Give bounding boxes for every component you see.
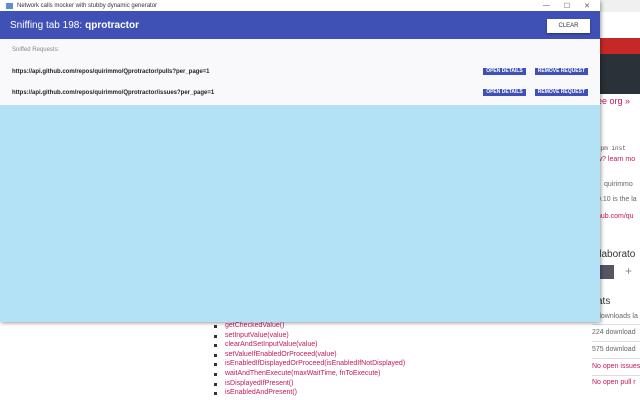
plus-icon[interactable]: + xyxy=(625,264,632,278)
api-item[interactable]: getCheckedValue() xyxy=(212,321,405,331)
api-item[interactable]: waitAndThenExecute(maxWaitTime, fnToExec… xyxy=(212,369,405,379)
clear-button[interactable]: CLEAR xyxy=(547,18,590,33)
window-title: Network calls mocker with stubby dynamic… xyxy=(17,2,158,9)
api-item[interactable]: clearAndSetInputValue(value) xyxy=(212,340,405,350)
downloads-stat: 224 download xyxy=(592,329,636,336)
api-item[interactable]: setInputValue(value) xyxy=(212,331,405,341)
request-row: https://api.github.com/repos/quirimmo/Qp… xyxy=(12,82,588,103)
request-row: https://api.github.com/repos/quirimmo/Qp… xyxy=(12,61,588,82)
empty-area xyxy=(0,105,600,322)
install-cmd: npm inst xyxy=(597,145,626,152)
org-link[interactable]: ee org » xyxy=(597,97,630,106)
api-item[interactable]: isDisplayedIfPresent() xyxy=(212,379,405,389)
header-prefix: Sniffing tab 198: xyxy=(10,20,83,31)
divider xyxy=(592,358,640,359)
header: Sniffing tab 198: qprotractor CLEAR xyxy=(0,12,600,39)
divider xyxy=(592,341,640,342)
app-icon xyxy=(6,2,13,9)
request-url: https://api.github.com/repos/quirimmo/Qp… xyxy=(12,68,210,75)
extension-window: Network calls mocker with stubby dynamic… xyxy=(0,0,600,322)
request-url: https://api.github.com/repos/quirimmo/Qp… xyxy=(12,89,215,96)
remove-request-button[interactable]: REMOVE REQUEST xyxy=(534,68,588,75)
api-item[interactable]: isEnabledAndPresent() xyxy=(212,388,405,398)
author[interactable]: quirimmo xyxy=(604,181,633,189)
title-bar[interactable]: Network calls mocker with stubby dynamic… xyxy=(0,0,600,12)
remove-request-button[interactable]: REMOVE REQUEST xyxy=(534,89,588,96)
maximize-button[interactable]: ☐ xyxy=(564,2,570,10)
sniffed-requests-label: Sniffed Requests: xyxy=(12,47,60,53)
pull-requests-link[interactable]: No open pull r xyxy=(592,379,636,387)
minimize-button[interactable]: — xyxy=(543,2,550,10)
downloads-stat: downloads la xyxy=(597,313,638,320)
divider xyxy=(592,324,640,325)
learn-more-link[interactable]: w? learn mo xyxy=(597,156,635,164)
downloads-stat: 575 download xyxy=(592,346,636,353)
requests-panel: Sniffed Requests: https://api.github.com… xyxy=(0,39,600,105)
collaborator-avatar[interactable] xyxy=(600,265,614,279)
collaborators-heading: llaborato xyxy=(597,249,636,260)
api-list: getCheckedValue() setInputValue(value) c… xyxy=(212,321,405,398)
api-item[interactable]: isEnabledIfDisplayedOrProceed(isEnabledI… xyxy=(212,359,405,369)
tab-name: qprotractor xyxy=(85,20,140,31)
background-navbar xyxy=(600,38,640,54)
version: 0.10 is the la xyxy=(597,196,637,203)
divider xyxy=(592,375,640,376)
close-button[interactable]: ✕ xyxy=(584,2,590,10)
background-tabstrip xyxy=(600,0,640,12)
open-details-button[interactable]: OPEN DETAILS xyxy=(483,68,526,75)
open-details-button[interactable]: OPEN DETAILS xyxy=(483,89,526,96)
repo-link[interactable]: hub.com/qu xyxy=(597,213,634,221)
issues-link[interactable]: No open issues xyxy=(592,363,640,371)
background-banner xyxy=(600,54,640,94)
api-item[interactable]: setValueIfEnabledOrProceed(value) xyxy=(212,350,405,360)
